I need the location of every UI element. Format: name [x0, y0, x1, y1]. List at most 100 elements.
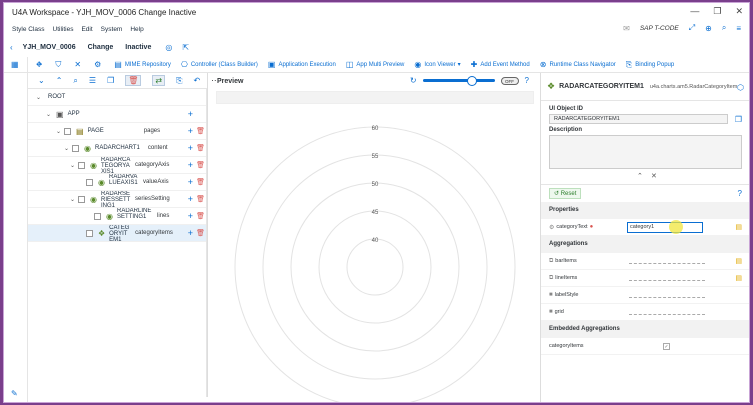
tree-row[interactable]: ❖ CATEGORYITEM1 categoryItems + 🗑 — [28, 225, 207, 242]
copy-id-icon[interactable]: ❐ — [735, 115, 742, 124]
delete-icon[interactable]: 🗑 — [196, 178, 205, 186]
runtime-class-navigator-button[interactable]: ⊗ Runtime Class Navigator — [540, 60, 616, 69]
tree-row[interactable]: ◉ RADARLINESETTING1 lines + 🗑 — [28, 208, 207, 225]
add-child-icon[interactable]: + — [188, 109, 193, 119]
add-child-icon[interactable]: + — [188, 194, 193, 204]
send-icon[interactable]: ✉ — [623, 24, 630, 33]
move-icon[interactable]: ⇄ — [152, 75, 166, 86]
tree-label: RADARVALUEAXIS1 — [108, 174, 138, 186]
search-icon[interactable]: ⌕ — [722, 23, 726, 33]
app-execution-button[interactable]: ▣ Application Execution — [268, 60, 336, 69]
tcode-label[interactable]: SAP T-CODE — [640, 25, 679, 32]
app-node-icon: ▣ — [56, 109, 64, 119]
collapse-all-icon[interactable]: ⌃ — [56, 76, 63, 85]
delete-icon[interactable]: 🗑 — [196, 195, 205, 203]
radar-grid-ring — [290, 182, 460, 352]
pin-icon[interactable]: ⬡ — [737, 83, 744, 92]
description-field[interactable] — [549, 135, 742, 169]
delete-icon[interactable]: 🗑 — [196, 127, 205, 135]
delete-icon[interactable]: 🗑 — [196, 212, 205, 220]
visibility-checkbox[interactable] — [78, 161, 85, 169]
list-icon[interactable]: ☰ — [89, 76, 96, 85]
expand-all-icon[interactable]: ⌄ — [38, 76, 45, 85]
menu-icon[interactable]: ≡ — [736, 24, 741, 33]
binoculars-icon[interactable]: ◎ — [165, 43, 172, 52]
aggregation-binding-field[interactable] — [629, 280, 705, 281]
app-multi-preview-button[interactable]: ◫ App Multi Preview — [346, 60, 405, 69]
ui-object-id-field[interactable]: RADARCATEGORYITEM1 — [549, 114, 728, 124]
mime-repository-button[interactable]: ▤ MIME Repository — [114, 60, 171, 69]
tree-row[interactable]: ⌄ ◉ RADARCHART1 content + 🗑 — [28, 140, 207, 157]
preview-toggle[interactable]: OFF — [500, 76, 519, 85]
binding-icon[interactable]: ▤ — [735, 223, 742, 231]
visibility-checkbox[interactable] — [64, 127, 71, 135]
binding-icon[interactable]: ▤ — [735, 257, 742, 265]
binding-icon[interactable]: ▤ — [735, 274, 742, 282]
popout-icon[interactable]: ⇱ — [182, 43, 189, 52]
add-child-icon[interactable]: + — [188, 160, 193, 170]
unpin-icon[interactable]: ✕ — [651, 172, 657, 180]
tree-row[interactable]: ◉ RADARVALUEAXIS1 valueAxis + 🗑 — [28, 174, 207, 191]
aggregation-label: seriesSetting — [134, 196, 170, 202]
back-icon[interactable]: ‹ — [10, 43, 13, 52]
embedded-checkbox[interactable]: ✓ — [663, 342, 670, 350]
paste-icon[interactable]: ⎘ — [176, 76, 182, 86]
icon-viewer-button[interactable]: ◉ Icon Viewer ▾ — [414, 60, 460, 69]
delete-icon[interactable]: 🗑 — [196, 161, 205, 169]
zoom-icon[interactable]: ⊕ — [705, 24, 712, 33]
tree-delete-icon[interactable]: 🗑 — [125, 75, 142, 86]
collapse-icon[interactable]: ⌃ — [637, 172, 643, 180]
zoom-slider[interactable] — [422, 76, 495, 86]
props-help-icon[interactable]: ? — [738, 189, 742, 198]
object-class: u4a.charts.am5.RadarCategoryItem — [649, 83, 738, 90]
visibility-checkbox[interactable] — [72, 144, 79, 152]
aggregation-binding-field[interactable] — [629, 297, 705, 298]
visibility-checkbox[interactable] — [78, 195, 85, 203]
add-event-method-button[interactable]: ✚ Add Event Method — [471, 60, 530, 69]
menu-style-class[interactable]: Style Class — [12, 26, 45, 33]
add-child-icon[interactable]: + — [188, 177, 193, 187]
copy-icon[interactable]: ❐ — [107, 76, 114, 85]
delete-icon[interactable]: 🗑 — [196, 229, 205, 237]
aggregation-binding-field[interactable] — [629, 263, 705, 264]
add-child-icon[interactable]: + — [188, 228, 193, 238]
toolbar-icon-4[interactable]: ⚙ — [94, 60, 104, 69]
section-embedded: Embedded Aggregations — [541, 321, 749, 338]
visibility-checkbox[interactable] — [86, 229, 93, 237]
tree-search-icon[interactable]: ⌕ — [73, 76, 77, 86]
category-text-input[interactable]: category1 — [627, 222, 703, 233]
tree-row[interactable]: ⌄ ROOT — [28, 89, 207, 106]
tree-row[interactable]: ⌄ ◉ RADARCATEGORYAXIS1 categoryAxis + 🗑 — [28, 157, 207, 174]
tree-label: RADARLINESETTING1 — [116, 208, 152, 220]
tree-row[interactable]: ⌄ ◉ RADARSERIESSETTING1 seriesSetting + … — [28, 191, 207, 208]
controller-button[interactable]: ⎔ Controller (Class Builder) — [181, 60, 258, 69]
visibility-checkbox[interactable] — [86, 178, 93, 186]
refresh-icon[interactable]: ↻ — [410, 76, 417, 85]
add-child-icon[interactable]: + — [188, 126, 193, 136]
delete-icon[interactable]: 🗑 — [196, 144, 205, 152]
menu-edit[interactable]: Edit — [81, 26, 92, 33]
close-icon[interactable]: ✕ — [735, 6, 743, 17]
tree-row[interactable]: ⌄ ▣ APP + — [28, 106, 207, 123]
add-child-icon[interactable]: + — [188, 143, 193, 153]
menu-utilities[interactable]: Utilities — [53, 26, 74, 33]
toolbar-icon-1[interactable]: ⛖ — [36, 60, 45, 70]
aggregation-binding-field[interactable] — [629, 314, 705, 315]
left-sidebar: ▦ ✎ — [4, 57, 28, 402]
visibility-checkbox[interactable] — [94, 212, 101, 220]
restore-icon[interactable]: ❐ — [713, 6, 721, 17]
preview-help-icon[interactable]: ? — [525, 76, 529, 85]
tree-row[interactable]: ⌄ ▤ PAGE pages + 🗑 — [28, 123, 207, 140]
menu-help[interactable]: Help — [130, 26, 143, 33]
binding-popup-button[interactable]: ⎘ Binding Popup — [626, 60, 674, 70]
expand-icon[interactable]: ⤢ — [689, 23, 695, 33]
add-child-icon[interactable]: + — [188, 211, 193, 221]
toolbar-icon-3[interactable]: ✕ — [74, 60, 84, 69]
preview-title: Preview — [217, 77, 244, 85]
menu-system[interactable]: System — [101, 26, 123, 33]
minimize-icon[interactable]: — — [690, 6, 699, 17]
toolbar-icon-2[interactable]: ⛉ — [55, 60, 64, 70]
undo-icon[interactable]: ↶ — [194, 76, 201, 85]
help-tool-icon[interactable]: ✎ — [11, 389, 18, 398]
reset-button[interactable]: ↺ Reset — [549, 188, 582, 199]
